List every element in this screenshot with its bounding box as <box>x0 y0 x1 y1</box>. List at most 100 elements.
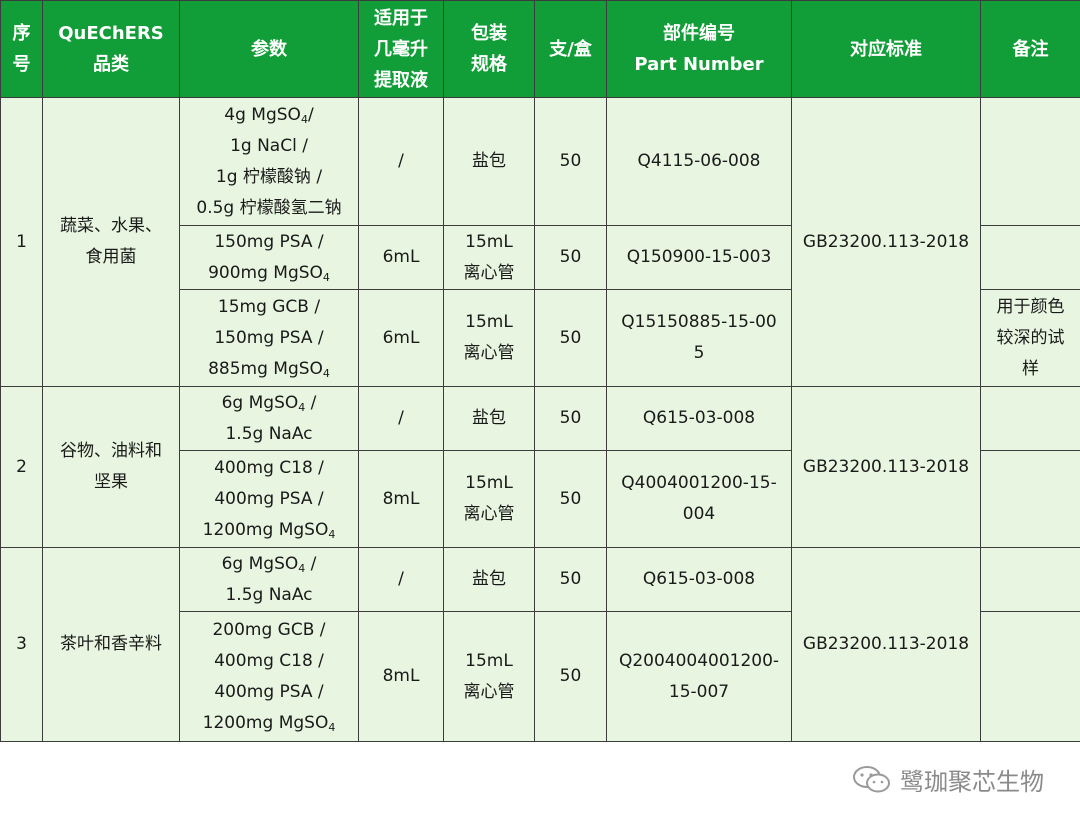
param-line: 900mg MgSO4 <box>184 258 354 289</box>
table-row: 3 茶叶和香辛料 6g MgSO4 /1.5g NaAc / 盐包 50 Q615-03-0… <box>0 547 1080 742</box>
params-cell: 150mg PSA / 900mg MgSO4 <box>179 225 359 290</box>
param-subscript: 4 <box>322 270 330 284</box>
qty-cell: 50 <box>534 225 607 290</box>
param-text: 1200mg MgSO <box>202 519 329 540</box>
volume-cell: / <box>358 547 444 612</box>
group-category-cell: 茶叶和香辛料 <box>42 547 180 742</box>
package-line: 离心管 <box>463 262 515 283</box>
package-line: 盐包 <box>472 569 506 589</box>
part-number-cell: Q150900-15-003 <box>606 225 792 290</box>
group-index-cell: 2 <box>0 386 43 548</box>
note-line: 较深的试 <box>996 327 1065 348</box>
param-line: 1200mg MgSO4 <box>184 708 354 739</box>
note-cell <box>980 225 1080 290</box>
param-subscript: 4 <box>322 366 330 380</box>
param-line: 400mg C18 / <box>184 646 354 677</box>
volume-cell: / <box>358 386 444 451</box>
params-cell: 6g MgSO4 / 1.5g NaAc <box>179 547 359 612</box>
table-body: 1 蔬菜、水果、 食用菌 4g MgSO4/1g NaCl /1g 柠檬酸钠 /0.5… <box>0 97 1080 742</box>
param-text: 400mg C18 / <box>214 457 324 478</box>
package-cell: 15mL 离心管 <box>443 225 535 290</box>
table-row: 2 谷物、油料和 坚果 6g MgSO4 /1.5g NaAc / 盐包 50 Q615-03… <box>0 386 1080 548</box>
param-line: 4g MgSO4/ <box>184 100 354 131</box>
params-cell: 200mg GCB / 400mg C18 / 400mg PSA / 1200mg … <box>179 611 359 742</box>
qty-cell: 50 <box>534 386 607 451</box>
part-number-cell: Q615-03-008 <box>606 386 792 451</box>
category-line: 茶叶和香辛料 <box>60 634 162 654</box>
note-cell <box>980 97 1080 226</box>
watermark-text: 鹭珈聚芯生物 <box>900 768 1044 796</box>
part-number-cell: Q615-03-008 <box>606 547 792 612</box>
param-suffix: / <box>305 392 317 413</box>
package-cell: 盐包 <box>443 386 535 451</box>
package-line: 离心管 <box>463 681 515 702</box>
qty-cell: 50 <box>534 450 607 548</box>
volume-cell: 6mL <box>358 289 444 387</box>
param-line: 1g 柠檬酸钠 / <box>184 162 354 193</box>
package-line: 盐包 <box>472 408 506 428</box>
header-volume: 适用于 几毫升 提取液 <box>358 0 444 98</box>
param-text: 15mg GCB / <box>217 296 321 317</box>
param-text: 150mg PSA / <box>214 327 324 348</box>
standard-cell: GB23200.113-2018 <box>791 386 981 548</box>
params-cell: 6g MgSO4 / 1.5g NaAc <box>179 386 359 451</box>
param-line: 400mg PSA / <box>184 677 354 708</box>
part-number-line: Q2004004001200- <box>618 650 780 671</box>
part-number-line: Q4115-06-008 <box>637 151 761 171</box>
param-text: 1200mg MgSO <box>202 712 329 733</box>
params-cell: 4g MgSO4/1g NaCl /1g 柠檬酸钠 /0.5g 柠檬酸氢二钠 <box>179 97 359 226</box>
note-line: 样 <box>1022 358 1039 379</box>
param-line: 885mg MgSO4 <box>184 354 354 385</box>
product-table: 序号 QuEChERS 品类 参数 适用于 几毫升 提取液 包装 规格 支/盒 部件编号… <box>0 0 1080 742</box>
part-number-cell: Q4004001200-15- 004 <box>606 450 792 548</box>
header-package: 包装 规格 <box>443 0 535 98</box>
param-line: 1.5g NaAc <box>184 580 354 611</box>
package-line: 离心管 <box>463 343 515 363</box>
param-text: 1g NaCl / <box>230 135 308 156</box>
param-line: 1200mg MgSO4 <box>184 515 354 546</box>
part-number-line: 004 <box>682 504 716 524</box>
table-row: 1 蔬菜、水果、 食用菌 4g MgSO4/1g NaCl /1g 柠檬酸钠 /0.5… <box>0 97 1080 387</box>
param-text: 885mg MgSO <box>208 358 323 379</box>
part-number-line: Q615-03-008 <box>642 569 756 589</box>
header-qty: 支/盒 <box>534 0 607 98</box>
category-line: 坚果 <box>94 472 128 492</box>
param-text: 1.5g NaAc <box>225 423 313 444</box>
note-cell <box>980 386 1080 451</box>
header-category: QuEChERS 品类 <box>42 0 180 98</box>
param-subscript: 4 <box>328 527 336 541</box>
part-number-cell: Q2004004001200- 15-007 <box>606 611 792 742</box>
qty-cell: 50 <box>534 97 607 226</box>
package-line: 15mL <box>465 650 513 671</box>
package-cell: 15mL 离心管 <box>443 611 535 742</box>
param-text: 400mg C18 / <box>214 650 324 671</box>
header-params: 参数 <box>179 0 359 98</box>
package-line: 15mL <box>465 473 513 493</box>
package-line: 盐包 <box>472 151 506 171</box>
param-line: 200mg GCB / <box>184 615 354 646</box>
wechat-icon <box>853 765 890 792</box>
part-number-line: Q615-03-008 <box>642 408 756 428</box>
param-line: 6g MgSO4 / <box>184 549 354 580</box>
param-line: 15mg GCB / <box>184 292 354 323</box>
package-cell: 15mL 离心管 <box>443 289 535 387</box>
part-number-cell: Q4115-06-008 <box>606 97 792 226</box>
group-index-cell: 3 <box>0 547 43 742</box>
standard-cell: GB23200.113-2018 <box>791 547 981 742</box>
header-part-number: 部件编号 Part Number <box>606 0 792 98</box>
note-line: 用于颜色 <box>996 296 1065 317</box>
header-index: 序号 <box>0 0 43 98</box>
param-text: 200mg GCB / <box>212 619 326 640</box>
param-subscript: 4 <box>328 720 336 734</box>
params-cell: 15mg GCB / 150mg PSA / 885mg MgSO4 <box>179 289 359 387</box>
part-number-line: Q150900-15-003 <box>626 247 772 267</box>
qty-cell: 50 <box>534 547 607 612</box>
part-number-line: 5 <box>693 343 705 363</box>
qty-cell: 50 <box>534 289 607 387</box>
volume-cell: 6mL <box>358 225 444 290</box>
category-line: 食用菌 <box>85 247 137 267</box>
param-line: 400mg PSA / <box>184 484 354 515</box>
param-subscript: 4 <box>300 112 308 126</box>
param-suffix: / <box>305 553 317 574</box>
category-line: 蔬菜、水果、 <box>60 216 162 236</box>
